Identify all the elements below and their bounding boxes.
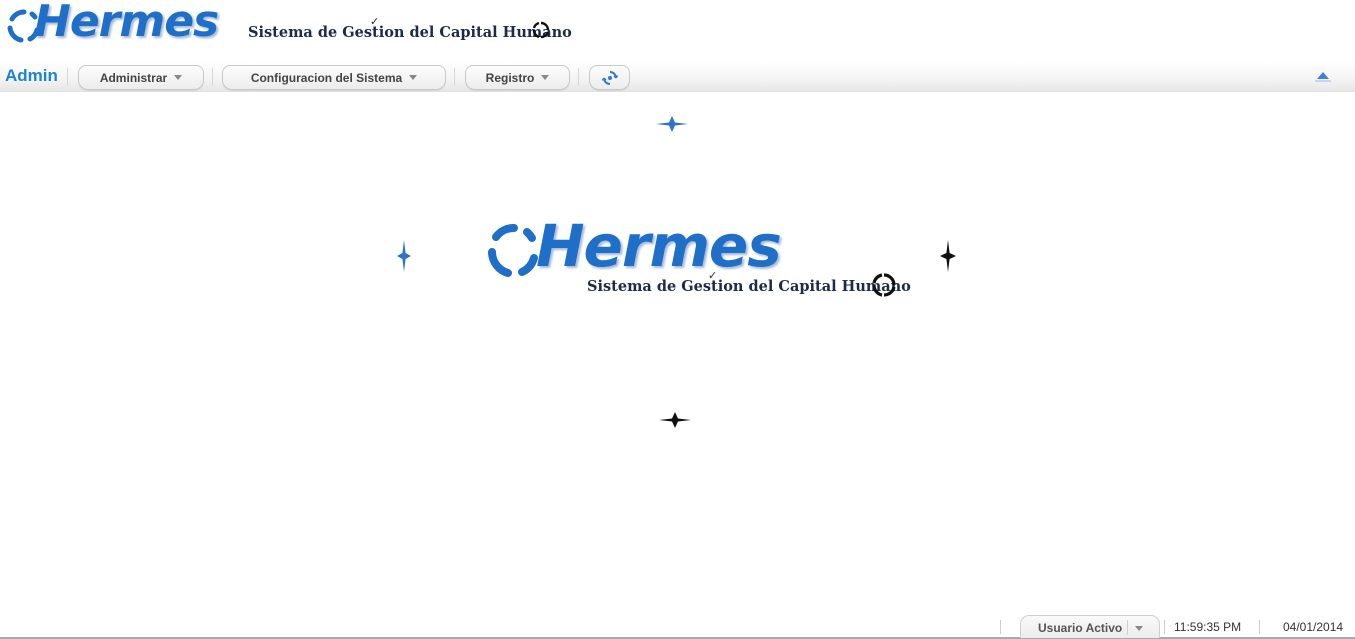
menu-configuracion-sistema[interactable]: Configuracion del Sistema <box>222 65 446 90</box>
chevron-down-icon <box>541 75 550 80</box>
cycle-arrows-icon <box>872 273 896 297</box>
app-logo: Hermes Sistema de Gestion del Capital Hu… <box>4 0 572 48</box>
collapse-header-icon[interactable] <box>1317 72 1329 79</box>
splash-area: Hermes Sistema de Gestion del Capital Hu… <box>0 92 1355 612</box>
refresh-icon <box>601 70 618 85</box>
status-separator <box>1259 620 1260 634</box>
chevron-down-icon <box>409 75 418 80</box>
status-date: 04/01/2014 <box>1283 620 1344 634</box>
sparkle-blue-icon <box>656 116 688 132</box>
cycle-arrows-icon <box>532 21 550 39</box>
main-menubar: Admin Administrar Configuracion del Sist… <box>0 62 1355 92</box>
checkmark-icon: ✓ <box>370 15 380 28</box>
status-separator <box>1000 620 1001 634</box>
menu-separator <box>67 68 68 86</box>
menu-registro[interactable]: Registro <box>465 65 570 90</box>
splash-logo-subtitle: Sistema de Gestion del Capital Humano <box>587 278 911 295</box>
collapse-header-base <box>1315 80 1331 82</box>
status-separator <box>1164 620 1165 634</box>
user-status-dropdown[interactable]: Usuario Activo <box>1020 615 1160 638</box>
menu-configuracion-label: Configuracion del Sistema <box>250 70 403 85</box>
chevron-down-icon <box>1135 626 1143 631</box>
user-status-label: Usuario Activo <box>1038 621 1123 635</box>
menu-administrar[interactable]: Administrar <box>78 65 204 90</box>
menu-registro-label: Registro <box>485 70 535 85</box>
status-time: 11:59:35 PM <box>1174 620 1242 634</box>
refresh-button[interactable] <box>589 65 630 90</box>
sparkle-blue-icon <box>397 240 411 272</box>
sparkle-black-icon <box>659 412 691 428</box>
logo-wordmark: Hermes <box>34 0 219 47</box>
checkmark-icon: ✓ <box>708 269 718 282</box>
user-role-label: Admin <box>5 66 58 85</box>
menu-separator <box>454 68 455 86</box>
menu-separator <box>212 68 213 86</box>
menu-separator <box>578 68 579 86</box>
logo-subtitle: Sistema de Gestion del Capital Humano <box>248 24 572 41</box>
logo-mark-icon <box>488 224 538 277</box>
app-header: Hermes Sistema de Gestion del Capital Hu… <box>0 0 1355 60</box>
dropdown-divider <box>1127 620 1128 635</box>
splash-logo-wordmark: Hermes <box>536 212 782 280</box>
sparkle-black-icon <box>940 240 956 272</box>
status-bar: Usuario Activo 11:59:35 PM 04/01/2014 <box>0 613 1355 639</box>
menu-administrar-label: Administrar <box>99 70 168 85</box>
chevron-down-icon <box>174 75 183 80</box>
